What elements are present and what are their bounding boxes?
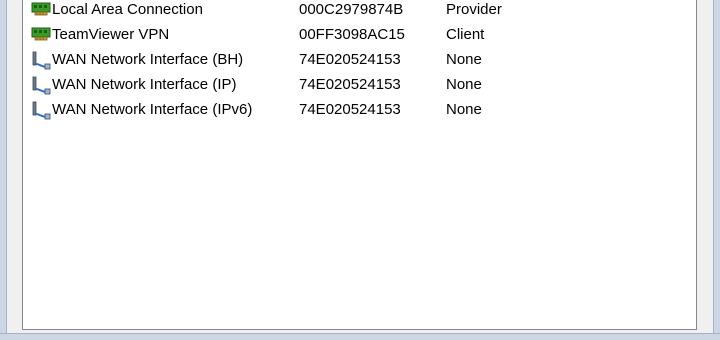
- window-left-border: [0, 0, 7, 340]
- window-right-border[interactable]: [713, 0, 720, 340]
- wan-cable-icon: [31, 100, 51, 120]
- adapter-type: None: [446, 76, 482, 93]
- adapter-name: WAN Network Interface (IPv6): [52, 101, 253, 118]
- wan-cable-icon: [31, 50, 51, 70]
- list-item[interactable]: WAN Network Interface (IPv6) 74E02052415…: [28, 99, 688, 124]
- adapter-mac: 74E020524153: [299, 51, 401, 68]
- adapter-mac: 000C2979874B: [299, 1, 404, 18]
- adapter-type: None: [446, 101, 482, 118]
- adapter-type: Client: [446, 26, 485, 43]
- adapter-name: Local Area Connection: [52, 1, 203, 18]
- adapter-mac: 00FF3098AC15: [299, 26, 405, 43]
- adapter-type: Provider: [446, 1, 502, 18]
- adapter-type: None: [446, 51, 482, 68]
- adapter-name: TeamViewer VPN: [52, 26, 170, 43]
- adapter-mac: 74E020524153: [299, 101, 401, 118]
- window-bottom-border[interactable]: [0, 333, 720, 340]
- list-item[interactable]: Local Area Connection 000C2979874B Provi…: [28, 0, 688, 24]
- window-frame: Local Area Connection 000C2979874B Provi…: [0, 0, 720, 340]
- list-item[interactable]: TeamViewer VPN 00FF3098AC15 Client: [28, 24, 688, 49]
- adapter-list[interactable]: Local Area Connection 000C2979874B Provi…: [22, 0, 697, 330]
- adapter-name: WAN Network Interface (BH): [52, 51, 244, 68]
- list-item[interactable]: WAN Network Interface (BH) 74E020524153 …: [28, 49, 688, 74]
- network-card-icon: [31, 25, 51, 45]
- list-item[interactable]: WAN Network Interface (IP) 74E020524153 …: [28, 74, 688, 99]
- adapter-mac: 74E020524153: [299, 76, 401, 93]
- wan-cable-icon: [31, 75, 51, 95]
- adapter-name: WAN Network Interface (IP): [52, 76, 237, 93]
- network-card-icon: [31, 0, 51, 20]
